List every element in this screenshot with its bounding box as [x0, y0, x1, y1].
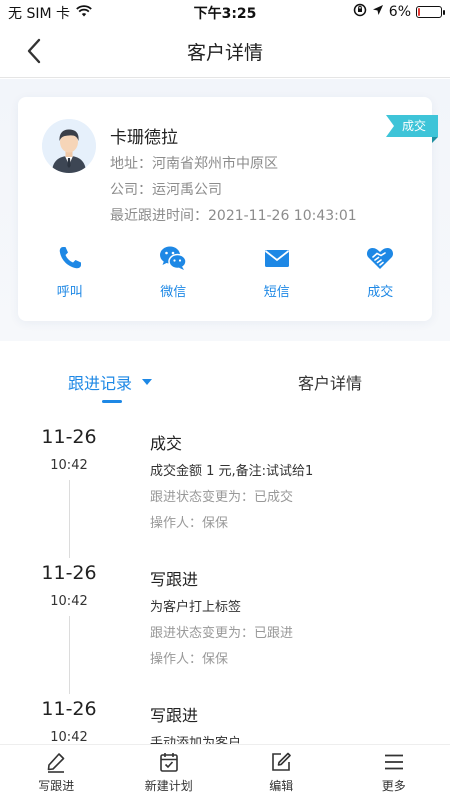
timeline-title: 写跟进 [150, 706, 199, 725]
write-followup-button[interactable]: 写跟进 [0, 745, 113, 800]
sms-label: 短信 [263, 285, 290, 300]
customer-company: 公司：运河禹公司 [110, 182, 222, 198]
status-badge: 成交 [385, 115, 439, 143]
deal-button[interactable]: 成交 [329, 243, 433, 300]
location-icon [372, 4, 384, 20]
timeline-date: 11-26 [41, 698, 97, 720]
edit-label: 编辑 [269, 779, 294, 793]
wechat-label: 微信 [160, 285, 187, 300]
wechat-icon [160, 246, 187, 270]
call-button[interactable]: 呼叫 [18, 243, 122, 300]
more-label: 更多 [381, 779, 406, 793]
timeline-title: 写跟进 [150, 570, 199, 589]
status-bar: 无 SIM 卡 下午3:25 6% [0, 0, 450, 24]
timeline-detail: 成交金额 1 元,备注:试试给1 [150, 464, 314, 479]
write-followup-label: 写跟进 [38, 779, 75, 793]
timeline-connector [69, 616, 70, 694]
timeline-time: 10:42 [50, 730, 88, 744]
nav-bar: 客户详情 [0, 24, 450, 78]
timeline-operator: 操作人：保保 [150, 516, 229, 531]
page-title: 客户详情 [186, 42, 263, 64]
status-right: 6% [353, 3, 445, 21]
bottom-toolbar: 写跟进 新建计划 编辑 更多 [0, 744, 450, 800]
customer-address: 地址：河南省郑州市中原区 [110, 156, 278, 172]
tab-customer-details[interactable]: 客户详情 [298, 370, 362, 394]
edit-button[interactable]: 编辑 [225, 745, 338, 800]
call-label: 呼叫 [56, 285, 83, 300]
timeline-detail: 手动添加为客户 [150, 736, 242, 744]
avatar [42, 119, 96, 173]
sms-button[interactable]: 短信 [225, 243, 329, 300]
tab-followup-records[interactable]: 跟进记录 [68, 370, 153, 394]
more-button[interactable]: 更多 [338, 745, 450, 800]
timeline-date: 11-26 [41, 426, 97, 448]
new-plan-button[interactable]: 新建计划 [113, 745, 226, 800]
tab-bar: 跟进记录 客户详情 [0, 360, 450, 410]
timeline-time: 10:42 [50, 594, 88, 609]
battery-percent: 6% [388, 4, 411, 20]
customer-name: 卡珊德拉 [110, 128, 178, 148]
person-avatar-icon [42, 119, 96, 173]
customer-card: 卡珊德拉 地址：河南省郑州市中原区 公司：运河禹公司 最近跟进时间：2021-1… [18, 97, 439, 321]
timeline-operator: 操作人：保保 [150, 652, 229, 667]
calendar-check-icon [159, 753, 178, 772]
timeline-connector [69, 480, 70, 558]
tab-followup-label: 跟进记录 [68, 374, 133, 393]
active-tab-indicator [102, 400, 122, 403]
followup-timeline: 11-26 10:42 成交 成交金额 1 元,备注:试试给1 跟进状态变更为：… [0, 420, 450, 744]
timeline-title: 成交 [150, 434, 183, 453]
timeline-status: 跟进状态变更为：已成交 [150, 490, 294, 505]
pen-icon [47, 753, 65, 773]
caret-down-icon [142, 379, 153, 385]
timeline-detail: 为客户打上标签 [150, 600, 242, 615]
timeline-time: 10:42 [50, 458, 88, 473]
menu-icon [384, 754, 403, 770]
customer-last-followup: 最近跟进时间：2021-11-26 10:43:01 [110, 208, 357, 224]
handshake-icon [367, 248, 394, 269]
contact-actions: 呼叫 微信 短信 成交 [18, 243, 432, 300]
phone-icon [59, 247, 81, 269]
battery-icon [416, 6, 445, 18]
timeline-status: 跟进状态变更为：已跟进 [150, 626, 294, 641]
timeline-date: 11-26 [41, 562, 97, 584]
edit-icon [272, 752, 292, 771]
deal-label: 成交 [367, 285, 394, 300]
new-plan-label: 新建计划 [144, 779, 193, 793]
wechat-button[interactable]: 微信 [122, 243, 226, 300]
mail-icon [264, 250, 289, 267]
battery-level [418, 8, 420, 16]
rotation-lock-icon [353, 3, 367, 21]
